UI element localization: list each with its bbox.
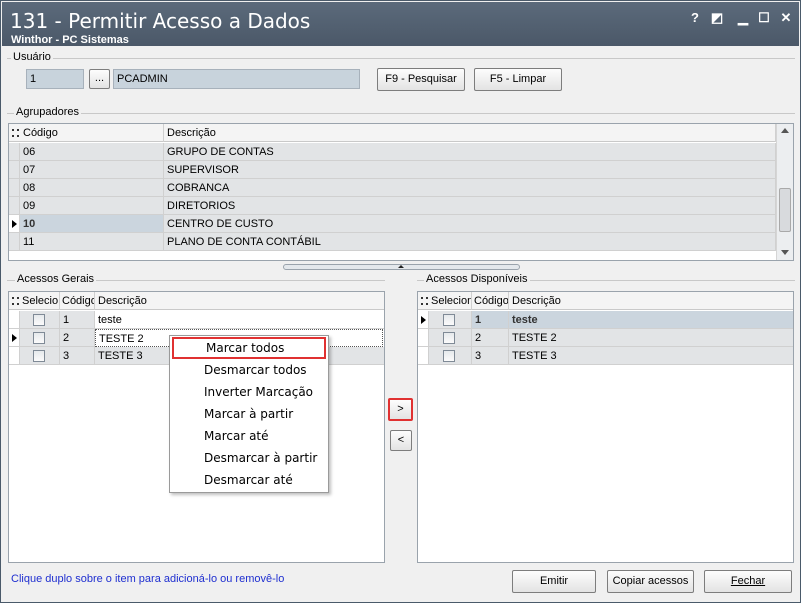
select-checkbox[interactable] — [33, 332, 45, 344]
close-icon[interactable]: ✕ — [778, 10, 794, 26]
row-code: 1 — [60, 311, 95, 329]
acessos-gerais-label: Acessos Gerais — [15, 273, 97, 285]
row-code: 07 — [20, 161, 164, 179]
table-row-selected[interactable]: 1 teste — [418, 311, 793, 329]
menu-item-desmarcar-todos[interactable]: Desmarcar todos — [172, 359, 326, 381]
acessos-gerais-header: Selecio Código Descrição — [9, 292, 384, 310]
window-title: 131 - Permitir Acesso a Dados — [10, 9, 311, 33]
row-desc: GRUPO DE CONTAS — [164, 143, 776, 161]
add-access-button[interactable]: > — [388, 398, 413, 421]
table-row-selected[interactable]: 10 CENTRO DE CUSTO — [9, 215, 793, 233]
clear-button[interactable]: F5 - Limpar — [474, 68, 562, 91]
col-descricao[interactable]: Descrição — [95, 292, 384, 310]
row-code: 1 — [472, 311, 509, 329]
restore-layout-icon[interactable]: ◩ — [709, 10, 725, 26]
context-menu: Marcar todos Desmarcar todos Inverter Ma… — [169, 335, 329, 493]
row-desc: TESTE 3 — [509, 347, 793, 365]
select-checkbox[interactable] — [33, 350, 45, 362]
collapse-arrow-icon[interactable] — [398, 265, 404, 268]
row-desc: PLANO DE CONTA CONTÁBIL — [164, 233, 776, 251]
acessos-disponiveis-label: Acessos Disponíveis — [424, 273, 530, 285]
column-chooser-icon[interactable] — [12, 129, 19, 137]
table-row[interactable]: 1 teste — [9, 311, 384, 329]
usuario-label: Usuário — [11, 51, 53, 63]
row-desc: CENTRO DE CUSTO — [164, 215, 776, 233]
scroll-thumb[interactable] — [779, 188, 791, 232]
table-row[interactable]: 2 TESTE 2 — [418, 329, 793, 347]
menu-item-desmarcar-ate[interactable]: Desmarcar até — [172, 469, 326, 491]
row-code: 3 — [472, 347, 509, 365]
acessos-disponiveis-header: Selecion Código Descrição — [418, 292, 793, 310]
col-codigo[interactable]: Código — [60, 292, 95, 310]
row-desc: TESTE 2 — [509, 329, 793, 347]
agrupadores-label: Agrupadores — [14, 106, 81, 118]
row-code: 2 — [60, 329, 95, 347]
row-code: 2 — [472, 329, 509, 347]
usuario-divider — [7, 58, 795, 59]
row-code: 06 — [20, 143, 164, 161]
select-checkbox[interactable] — [443, 350, 455, 362]
col-selecionado[interactable]: Selecion — [429, 292, 472, 310]
fechar-button[interactable]: Fechar — [704, 570, 792, 593]
col-selecionado[interactable]: Selecio — [20, 292, 60, 310]
window-subtitle: Winthor - PC Sistemas — [11, 34, 129, 46]
row-code: 10 — [20, 215, 164, 233]
scroll-down-icon[interactable] — [781, 250, 789, 255]
menu-item-marcar-todos[interactable]: Marcar todos — [172, 337, 326, 359]
current-row-indicator-icon — [421, 316, 426, 324]
menu-item-marcar-a-partir[interactable]: Marcar à partir — [172, 403, 326, 425]
row-code: 09 — [20, 197, 164, 215]
column-chooser-icon[interactable] — [421, 297, 428, 305]
table-row[interactable]: 09 DIRETORIOS — [9, 197, 793, 215]
user-code-field[interactable]: 1 — [26, 69, 84, 89]
menu-item-inverter-marcacao[interactable]: Inverter Marcação — [172, 381, 326, 403]
row-code: 08 — [20, 179, 164, 197]
main-window: 131 - Permitir Acesso a Dados Winthor - … — [0, 0, 801, 603]
current-row-indicator-icon — [12, 220, 17, 228]
row-desc: DIRETORIOS — [164, 197, 776, 215]
copiar-acessos-button[interactable]: Copiar acessos — [607, 570, 694, 593]
current-row-indicator-icon — [12, 334, 17, 342]
col-descricao[interactable]: Descrição — [509, 292, 793, 310]
row-code: 11 — [20, 233, 164, 251]
footer-hint: Clique duplo sobre o item para adicioná-… — [11, 573, 285, 585]
agrupadores-grid[interactable]: Código Descrição 06 GRUPO DE CONTAS 07 S… — [8, 123, 794, 261]
remove-access-button[interactable]: < — [390, 430, 412, 451]
search-button[interactable]: F9 - Pesquisar — [377, 68, 465, 91]
help-icon[interactable]: ? — [687, 10, 703, 26]
col-codigo[interactable]: Código — [9, 124, 164, 142]
col-codigo[interactable]: Código — [472, 292, 509, 310]
user-lookup-button[interactable]: ... — [89, 69, 110, 89]
select-checkbox[interactable] — [33, 314, 45, 326]
acessos-disponiveis-grid[interactable]: Selecion Código Descrição 1 teste 2 TEST… — [417, 291, 794, 563]
table-row[interactable]: 11 PLANO DE CONTA CONTÁBIL — [9, 233, 793, 251]
row-desc: SUPERVISOR — [164, 161, 776, 179]
emitir-button[interactable]: Emitir — [512, 570, 596, 593]
menu-item-desmarcar-a-partir[interactable]: Desmarcar à partir — [172, 447, 326, 469]
user-name-field: PCADMIN — [113, 69, 360, 89]
vertical-scrollbar[interactable] — [776, 124, 793, 260]
table-row[interactable]: 3 TESTE 3 — [418, 347, 793, 365]
row-code: 3 — [60, 347, 95, 365]
maximize-icon[interactable]: ☐ — [756, 10, 772, 26]
minimize-icon[interactable]: ▁ — [735, 10, 751, 26]
menu-item-marcar-ate[interactable]: Marcar até — [172, 425, 326, 447]
agrupadores-divider — [7, 113, 795, 114]
scroll-up-icon[interactable] — [781, 128, 789, 133]
table-row[interactable]: 06 GRUPO DE CONTAS — [9, 143, 793, 161]
select-checkbox[interactable] — [443, 314, 455, 326]
column-chooser-icon[interactable] — [12, 297, 19, 305]
select-checkbox[interactable] — [443, 332, 455, 344]
title-bar: 131 - Permitir Acesso a Dados Winthor - … — [2, 2, 799, 46]
row-desc: teste — [95, 311, 384, 329]
table-row[interactable]: 07 SUPERVISOR — [9, 161, 793, 179]
col-descricao[interactable]: Descrição — [164, 124, 776, 142]
row-desc: COBRANCA — [164, 179, 776, 197]
splitter-handle[interactable] — [283, 264, 520, 270]
agrupadores-header: Código Descrição — [9, 124, 793, 142]
table-row[interactable]: 08 COBRANCA — [9, 179, 793, 197]
row-desc: teste — [509, 311, 793, 329]
